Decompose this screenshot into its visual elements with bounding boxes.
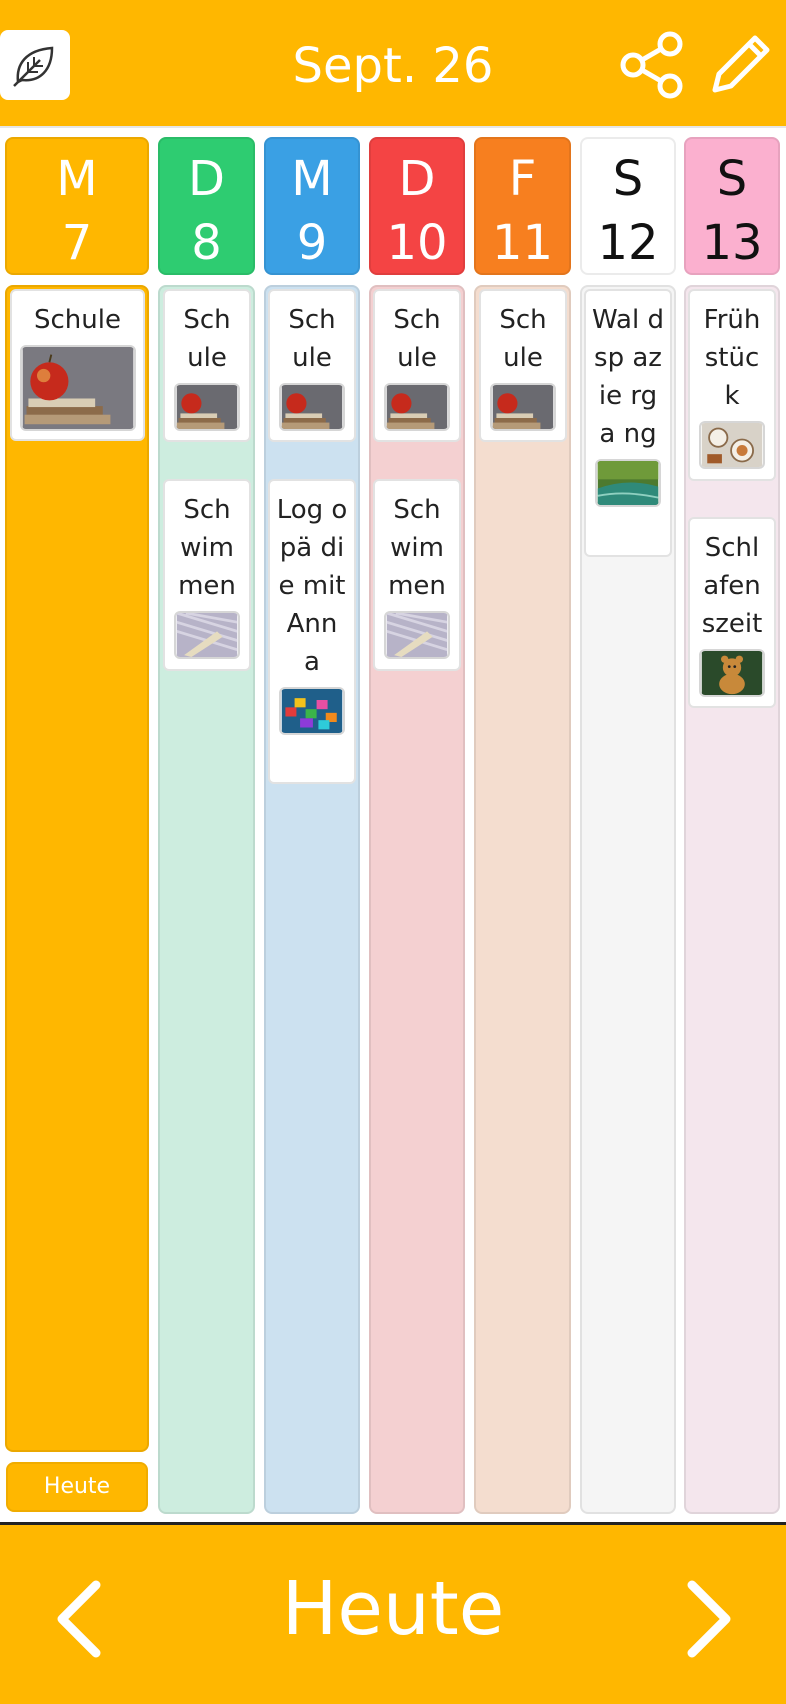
day-column-thu[interactable]	[369, 285, 465, 1514]
day-letter: S	[612, 151, 644, 207]
event-card-schwimmen[interactable]: Sch wim men	[373, 479, 461, 671]
day-number: 11	[491, 215, 554, 271]
event-card-schule[interactable]: Sch ule	[163, 289, 251, 442]
day-header-wed[interactable]: M 9	[264, 137, 360, 275]
event-card-waldspaziergang[interactable]: Wal dsp azie rga ng	[584, 289, 672, 557]
top-bar: Sept. 26	[0, 0, 786, 126]
swimming-image	[384, 611, 450, 659]
chevron-left-icon	[57, 1580, 101, 1658]
event-label: Früh stüc k	[703, 305, 761, 411]
day-header-thu[interactable]: D 10	[369, 137, 465, 275]
page-title: Sept. 26	[292, 38, 494, 94]
event-card-schwimmen[interactable]: Sch wim men	[163, 479, 251, 671]
event-label: Wal dsp azie rga ng	[592, 305, 664, 449]
day-column-mon[interactable]	[5, 285, 149, 1452]
school-apple-image	[490, 383, 556, 431]
day-letter: D	[398, 151, 436, 207]
day-number: 13	[701, 215, 763, 271]
edit-button[interactable]	[705, 28, 777, 100]
event-card-fruehstueck[interactable]: Früh stüc k	[688, 289, 776, 481]
day-column-wed[interactable]	[264, 285, 360, 1514]
share-button[interactable]	[618, 30, 688, 100]
event-card-schule[interactable]: Schule	[10, 289, 145, 441]
day-letter: M	[56, 151, 98, 207]
day-number: 12	[597, 215, 659, 271]
swimming-image	[174, 611, 240, 659]
event-label: Sch ule	[499, 305, 547, 373]
today-button[interactable]: Heute	[193, 1559, 593, 1659]
event-label: Sch wim men	[178, 495, 236, 601]
day-header-sat[interactable]: S 12	[580, 137, 676, 275]
teddy-bear-image	[699, 649, 765, 697]
school-apple-image	[279, 383, 345, 431]
event-card-schlafenszeit[interactable]: Schl afen szeit	[688, 517, 776, 708]
event-label: Schule	[34, 305, 121, 335]
share-icon	[620, 31, 683, 99]
forest-walk-image	[595, 459, 661, 507]
event-label: Sch ule	[393, 305, 441, 373]
day-header-tue[interactable]: D 8	[158, 137, 255, 275]
day-number: 10	[386, 215, 448, 271]
breakfast-image	[699, 421, 765, 469]
day-column-tue[interactable]	[158, 285, 255, 1514]
day-letter: F	[508, 151, 537, 207]
day-number: 8	[191, 215, 222, 271]
pencil-icon	[712, 35, 770, 93]
event-card-schule[interactable]: Sch ule	[268, 289, 356, 442]
school-apple-image	[384, 383, 450, 431]
chevron-right-icon	[687, 1580, 731, 1658]
header-divider	[0, 126, 786, 128]
day-header-fri[interactable]: F 11	[474, 137, 571, 275]
day-number: 7	[61, 215, 93, 271]
event-label: Sch wim men	[388, 495, 446, 601]
day-number: 9	[296, 215, 328, 271]
event-card-logopaedie[interactable]: Log opä die mit Ann a	[268, 479, 356, 784]
event-label: Sch ule	[288, 305, 336, 373]
day-header-mon[interactable]: M 7	[5, 137, 149, 275]
toys-image	[279, 687, 345, 735]
next-week-button[interactable]	[684, 1579, 736, 1659]
previous-week-button[interactable]	[52, 1579, 104, 1659]
event-card-schule[interactable]: Sch ule	[373, 289, 461, 442]
today-chip[interactable]: Heute	[6, 1462, 148, 1512]
day-letter: S	[716, 151, 748, 207]
event-label: Log opä die mit Ann a	[276, 495, 348, 677]
event-card-schule[interactable]: Sch ule	[479, 289, 567, 442]
day-header-sun[interactable]: S 13	[684, 137, 780, 275]
app-logo-button[interactable]	[0, 30, 70, 100]
day-letter: M	[291, 151, 333, 207]
day-letter: D	[188, 151, 225, 207]
event-label: Schl afen szeit	[701, 533, 763, 639]
event-label: Sch ule	[183, 305, 231, 373]
school-apple-image	[19, 345, 136, 431]
bottom-bar: Heute	[0, 1525, 786, 1704]
leaf-icon	[13, 46, 54, 87]
day-column-fri[interactable]	[474, 285, 571, 1514]
school-apple-image	[174, 383, 240, 431]
